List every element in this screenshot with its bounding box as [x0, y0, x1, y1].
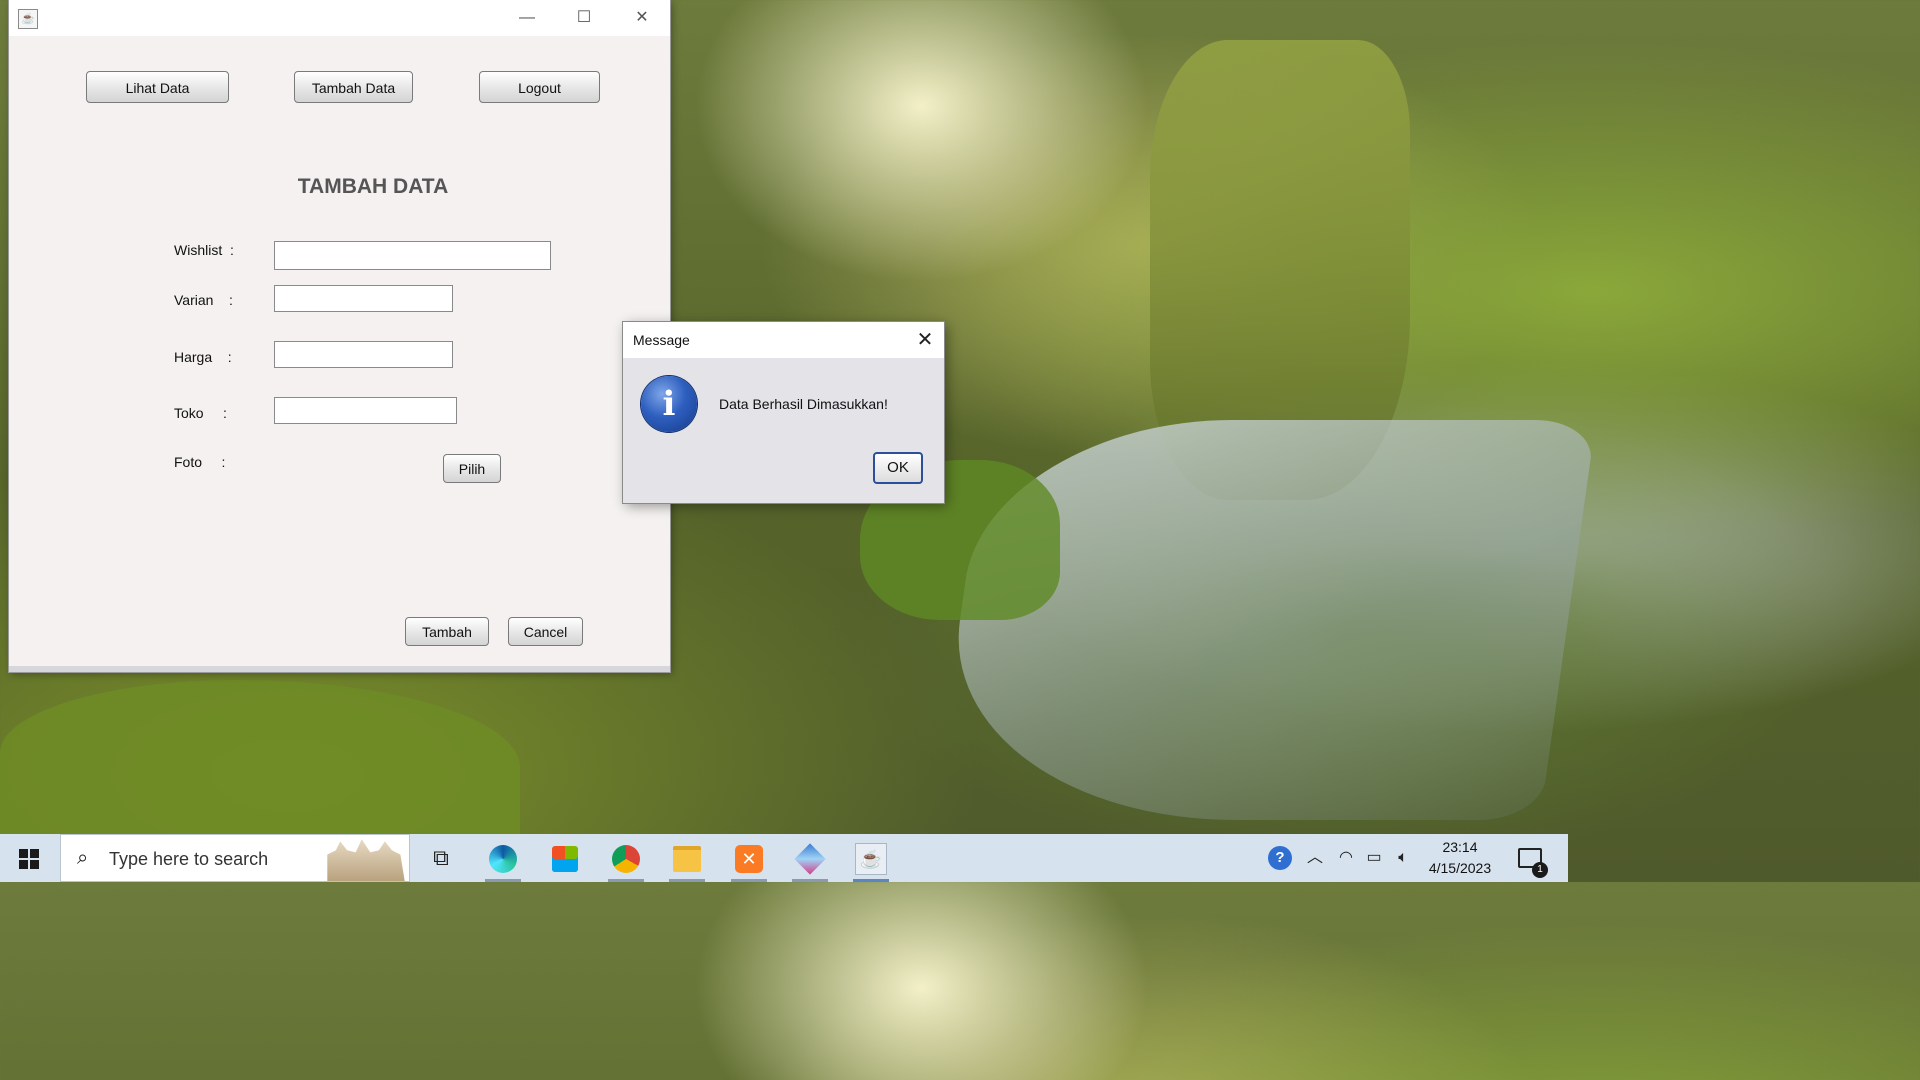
clock-date: 4/15/2023	[1428, 860, 1492, 876]
file-explorer-icon[interactable]	[663, 840, 711, 882]
edge-icon[interactable]	[479, 840, 527, 882]
search-highlight-image	[327, 839, 405, 881]
harga-label: Harga :	[174, 349, 232, 365]
dialog-title: Message	[633, 332, 690, 348]
tambah-button[interactable]: Tambah	[405, 617, 489, 646]
toko-label: Toko :	[174, 405, 227, 421]
logout-button[interactable]: Logout	[479, 71, 600, 103]
start-button[interactable]	[0, 834, 58, 882]
volume-icon[interactable]: 🔈︎	[1389, 834, 1417, 882]
message-dialog: Message ✕ i Data Berhasil Dimasukkan! OK	[623, 322, 944, 503]
wishlist-field[interactable]	[274, 241, 551, 270]
wifi-icon[interactable]: ◠	[1332, 834, 1360, 882]
dialog-close-button[interactable]: ✕	[907, 322, 943, 358]
chevron-up-icon[interactable]: ︿	[1302, 834, 1328, 882]
ok-button[interactable]: OK	[873, 452, 923, 484]
maximize-button[interactable]: ☐	[556, 0, 612, 36]
task-view-icon[interactable]: ⧉	[417, 840, 465, 876]
window-titlebar[interactable]: ☕ — ☐ ✕	[9, 0, 670, 36]
taskbar-search[interactable]: ⌕ Type here to search	[60, 834, 410, 882]
foto-label: Foto :	[174, 454, 226, 470]
virtualbox-icon[interactable]	[786, 840, 834, 882]
pilih-button[interactable]: Pilih	[443, 454, 501, 483]
info-icon: i	[641, 376, 697, 432]
java-icon[interactable]: ☕	[847, 840, 895, 882]
harga-field[interactable]	[274, 341, 453, 368]
notification-center-icon[interactable]: 1	[1510, 834, 1550, 882]
cancel-button[interactable]: Cancel	[508, 617, 583, 646]
minimize-button[interactable]: —	[499, 0, 555, 36]
chrome-icon[interactable]	[602, 840, 650, 882]
battery-icon[interactable]: ▭	[1360, 834, 1388, 882]
dialog-titlebar[interactable]: Message ✕	[623, 322, 944, 358]
varian-field[interactable]	[274, 285, 453, 312]
store-icon[interactable]	[541, 840, 589, 876]
wishlist-label: Wishlist :	[174, 242, 234, 258]
tambah-data-button[interactable]: Tambah Data	[294, 71, 413, 103]
clock[interactable]: 23:14 4/15/2023	[1420, 837, 1500, 879]
windows-logo-icon	[19, 849, 39, 869]
varian-label: Varian :	[174, 292, 233, 308]
xampp-icon[interactable]: ✕	[725, 840, 773, 882]
notification-badge: 1	[1532, 862, 1548, 878]
java-cup-icon: ☕	[18, 9, 38, 29]
taskbar: ⌕ Type here to search ⧉ ✕ ☕ ? ︿ ◠ ▭ 🔈︎ 2…	[0, 834, 1568, 882]
toko-field[interactable]	[274, 397, 457, 424]
help-icon[interactable]: ?	[1264, 834, 1296, 882]
page-title: TAMBAH DATA	[297, 175, 449, 198]
dialog-message: Data Berhasil Dimasukkan!	[719, 396, 888, 412]
tambah-data-window: ☕ — ☐ ✕ Lihat Data Tambah Data Logout TA…	[9, 0, 670, 672]
window-bottom-border	[9, 666, 670, 672]
search-placeholder: Type here to search	[109, 849, 269, 869]
lihat-data-button[interactable]: Lihat Data	[86, 71, 229, 103]
search-icon: ⌕	[77, 847, 89, 869]
clock-time: 23:14	[1442, 839, 1478, 855]
wallpaper-foreground	[0, 680, 520, 840]
close-window-button[interactable]: ✕	[614, 0, 670, 36]
